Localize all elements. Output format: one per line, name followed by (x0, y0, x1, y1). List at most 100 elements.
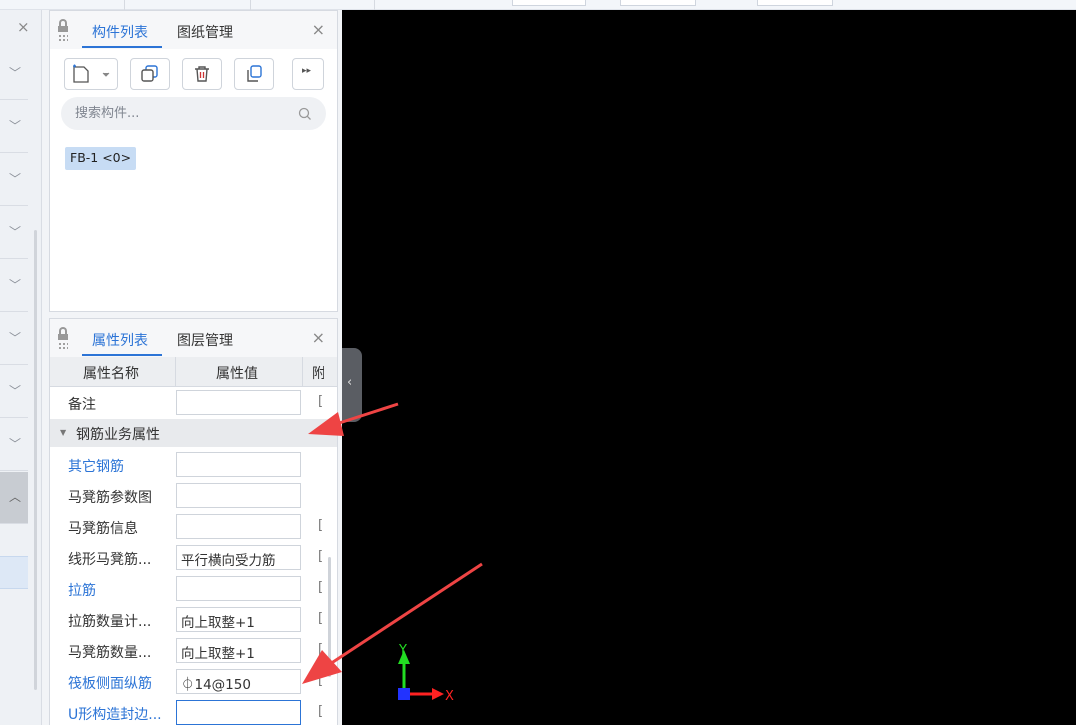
left-nav-row-expanded[interactable]: ︿ (0, 472, 28, 524)
double-chevron-right-icon: ▸▸ (302, 66, 312, 76)
more-tools-button[interactable]: ▸▸ (292, 58, 324, 90)
chevron-down-icon: ﹀ (9, 384, 22, 398)
tab-component-list[interactable]: 构件列表 (92, 22, 148, 42)
top-field[interactable] (620, 0, 696, 6)
property-extra-marker: [ (318, 642, 324, 657)
property-name: 马凳筋参数图 (68, 490, 152, 506)
property-row: 拉筋数量计... 向上取整+1 [ (50, 604, 337, 635)
property-extra-marker: [ (318, 518, 324, 533)
component-list-item[interactable]: FB-1 <0> (65, 147, 137, 170)
copy-component-button[interactable] (130, 58, 170, 90)
top-toolbar-strip (0, 0, 1076, 10)
top-field[interactable] (512, 0, 586, 6)
component-search-box[interactable] (61, 97, 326, 130)
property-value-field[interactable] (176, 483, 301, 508)
left-nav-row[interactable]: ﹀ (0, 101, 28, 153)
close-icon[interactable]: × (312, 328, 325, 347)
component-panel-tabbar: 构件列表 图纸管理 × (50, 11, 337, 49)
axis-origin (398, 688, 410, 700)
property-name-link[interactable]: U形构造封边... (68, 704, 162, 724)
close-icon[interactable]: × (312, 20, 325, 39)
column-divider[interactable] (175, 357, 176, 387)
top-divider (374, 0, 375, 10)
property-name-link[interactable]: 其它钢筋 (68, 456, 124, 476)
property-name: 备注 (68, 397, 96, 413)
property-list-panel: 属性列表 图层管理 × 属性名称 属性值 附 备注 [ ▼ 钢筋业务属性 其它钢… (49, 318, 338, 725)
property-row: 马凳筋参数图 (50, 480, 337, 511)
top-divider (124, 0, 125, 10)
layer-copy-button[interactable] (234, 58, 274, 90)
property-row: 拉筋 [ (50, 573, 337, 604)
left-nav-row[interactable]: ﹀ (0, 260, 28, 312)
property-row: 马凳筋信息 [ (50, 511, 337, 542)
property-name: 马凳筋信息 (68, 521, 138, 537)
canvas-axes: Y X (398, 643, 454, 704)
property-panel-tabbar: 属性列表 图层管理 × (50, 319, 337, 357)
tab-layer-management[interactable]: 图层管理 (177, 330, 233, 350)
chevron-down-icon: ﹀ (9, 278, 22, 292)
new-component-button[interactable] (64, 58, 118, 90)
tab-property-list[interactable]: 属性列表 (92, 330, 148, 350)
left-nav-row[interactable]: ﹀ (0, 48, 28, 100)
left-navigation-panel: × ﹀ ﹀ ﹀ ﹀ ﹀ ﹀ ﹀ ﹀ ︿ (0, 10, 42, 725)
property-value-field[interactable] (176, 576, 301, 601)
copy-icon (141, 65, 158, 82)
component-list-panel: 构件列表 图纸管理 × ▸▸ 搜索构件... FB-1 <0> (49, 10, 338, 312)
column-header-name: 属性名称 (83, 366, 139, 382)
tab-drawing-management[interactable]: 图纸管理 (177, 22, 233, 42)
chevron-down-icon: ﹀ (9, 66, 22, 80)
property-group-header[interactable]: ▼ 钢筋业务属性 (50, 419, 337, 447)
left-nav-row[interactable]: ﹀ (0, 154, 28, 206)
layer-copy-icon (247, 65, 262, 82)
left-nav-row[interactable]: ﹀ (0, 419, 28, 471)
chevron-down-icon: ﹀ (9, 172, 22, 186)
drawing-canvas[interactable]: Y X (342, 10, 1076, 725)
left-nav-row[interactable]: ﹀ (0, 313, 28, 365)
search-input[interactable] (75, 103, 285, 123)
property-table-scrollbar[interactable] (328, 557, 331, 677)
property-name: 马凳筋数量... (68, 645, 152, 661)
property-value-field[interactable]: ⏀14@150 (176, 669, 301, 694)
chevron-left-icon: ‹ (347, 375, 353, 390)
property-value-field[interactable]: 平行横向受力筋 (176, 545, 301, 570)
property-extra-marker: [ (318, 394, 324, 409)
property-value-field[interactable] (176, 514, 301, 539)
chevron-down-icon: ﹀ (9, 225, 22, 239)
property-value-field[interactable]: 向上取整+1 (176, 638, 301, 663)
property-extra-marker: [ (318, 580, 324, 595)
panel-collapse-handle[interactable]: ‹ (342, 348, 362, 422)
active-tab-indicator (82, 46, 162, 48)
chevron-down-icon: ﹀ (9, 331, 22, 345)
trash-icon (195, 66, 209, 82)
search-icon[interactable] (298, 107, 312, 121)
property-extra-marker: [ (318, 549, 324, 564)
chevron-down-icon: ﹀ (9, 119, 22, 133)
property-name-link[interactable]: 筏板侧面纵筋 (68, 673, 152, 693)
delete-component-button[interactable] (182, 58, 222, 90)
property-name: 拉筋数量计... (68, 614, 152, 630)
left-nav-row[interactable]: ﹀ (0, 366, 28, 418)
property-value-field[interactable]: 向上取整+1 (176, 607, 301, 632)
column-divider[interactable] (302, 357, 303, 387)
property-value-field-focused[interactable] (176, 700, 301, 725)
property-value-field[interactable] (176, 452, 301, 477)
left-nav-selected-item[interactable] (0, 556, 28, 589)
property-row: 线形马凳筋... 平行横向受力筋 [ (50, 542, 337, 573)
collapse-triangle-icon[interactable]: ▼ (60, 428, 66, 437)
column-header-value: 属性值 (216, 366, 258, 382)
lock-icon[interactable] (58, 327, 68, 350)
left-panel-scrollbar[interactable] (34, 230, 37, 690)
top-field[interactable] (757, 0, 833, 6)
chevron-up-icon: ︿ (9, 490, 22, 504)
column-header-extra: 附 (312, 366, 324, 382)
property-row: 马凳筋数量... 向上取整+1 [ (50, 635, 337, 666)
property-name: 线形马凳筋... (68, 552, 152, 568)
left-nav-row[interactable]: ﹀ (0, 207, 28, 259)
property-value-field[interactable] (176, 390, 301, 415)
property-group-name: 钢筋业务属性 (76, 427, 160, 443)
lock-icon[interactable] (58, 19, 68, 42)
y-axis-label: Y (398, 643, 407, 658)
x-axis-arrow (432, 688, 444, 700)
property-name-link[interactable]: 拉筋 (68, 580, 96, 600)
close-icon[interactable]: × (17, 20, 30, 35)
